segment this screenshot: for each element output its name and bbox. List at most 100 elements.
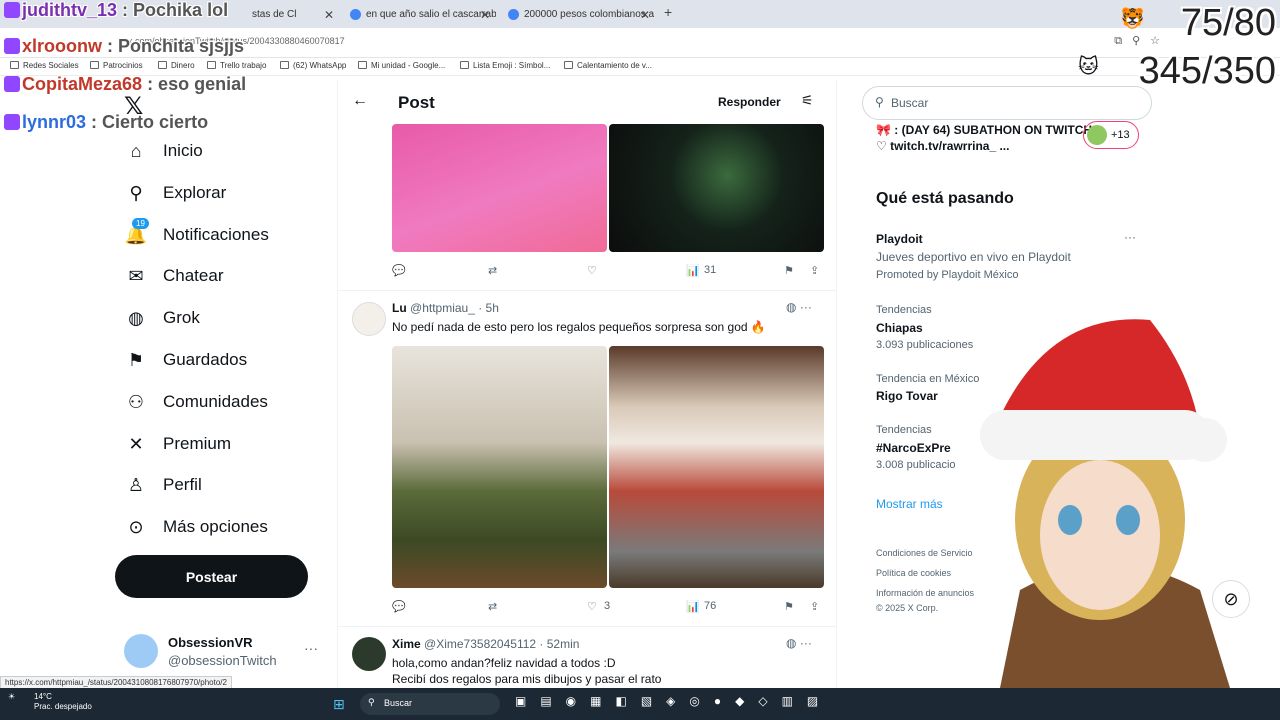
sliders-icon[interactable]: ⚟	[801, 92, 814, 109]
close-tab-icon[interactable]: ✕	[324, 4, 334, 26]
tweet-image[interactable]	[609, 346, 824, 588]
search-placeholder: Buscar	[891, 96, 929, 110]
repost-icon[interactable]: ⇄	[488, 600, 497, 613]
nav-item-premium[interactable]: ✕ Premium	[124, 429, 231, 459]
tweet-author[interactable]: Lu @httpmiau_ · 5h	[392, 301, 499, 315]
bookmark-icon[interactable]: ⚑	[784, 600, 794, 613]
post-button[interactable]: Postear	[115, 555, 308, 598]
tweet-image[interactable]	[609, 124, 824, 252]
chat-username: CopitaMeza68	[22, 74, 143, 94]
tweet-menu[interactable]: ◍ ···	[786, 636, 812, 650]
browser-tab[interactable]: 200000 pesos colombianos a p ✕	[502, 4, 656, 26]
views-icon[interactable]: 📊	[686, 264, 700, 277]
trend-name[interactable]: Playdoit	[876, 232, 923, 246]
nav-label: Explorar	[163, 183, 227, 202]
nav-item-guardados[interactable]: ⚑ Guardados	[124, 345, 247, 375]
nav-label: Perfil	[163, 475, 202, 494]
nav-item-comunidades[interactable]: ⚇ Comunidades	[124, 387, 268, 417]
tweet-menu[interactable]: ◍ ···	[786, 300, 812, 314]
trend-name[interactable]: Rigo Tovar	[876, 389, 938, 403]
taskbar-search[interactable]: ⚲ Buscar	[360, 693, 500, 715]
like-icon[interactable]: ♡	[587, 264, 597, 277]
vtuber-avatar-graphic	[980, 319, 1230, 688]
nav-item-perfil[interactable]: ♙ Perfil	[124, 470, 202, 500]
subgoal-counter: 345/350	[1138, 50, 1276, 92]
taskbar: ☀ 14°C Prac. despejado ⊞ ⚲ Buscar ▣▤◉▦◧▧…	[0, 688, 1280, 720]
weather-desc: Prac. despejado	[34, 702, 92, 711]
tweet-actions: 💬 ⇄ ♡ 3 📊 76 ⚑ ⇪	[392, 600, 824, 618]
reply-icon[interactable]: 💬	[392, 264, 406, 277]
bookmark-item[interactable]: Mi unidad - Google...	[358, 61, 445, 70]
account-switcher[interactable]: ObsessionVR @obsessionTwitch ···	[124, 632, 324, 672]
nav-item-notificaciones[interactable]: 🔔 19 Notificaciones	[124, 218, 269, 250]
more-icon[interactable]: ···	[800, 636, 812, 650]
nav-label: Inicio	[163, 141, 203, 160]
reply-filter-button[interactable]: Responder	[718, 95, 781, 109]
weather-widget[interactable]: ☀ 14°C Prac. despejado	[8, 692, 92, 711]
share-icon[interactable]: ⇪	[810, 264, 819, 277]
page-title: Post	[398, 93, 435, 112]
grok-icon[interactable]: ◍	[786, 300, 796, 314]
bookmark-item[interactable]: Trello trabajo	[207, 61, 266, 70]
browser-tab[interactable]: stas de Cl ✕	[230, 4, 340, 26]
grok-float-icon[interactable]: ⊘	[1212, 580, 1250, 618]
tweet-image[interactable]	[392, 124, 607, 252]
bookmark-item[interactable]: Patrocinios	[90, 61, 143, 70]
search-icon: ⚲	[875, 95, 884, 109]
divider	[338, 626, 836, 627]
more-icon[interactable]: ···	[800, 300, 812, 314]
bookmark-item[interactable]: Calentamiento de v...	[564, 61, 652, 70]
promoted-label: Promoted by Playdoit México	[876, 269, 1019, 281]
more-icon[interactable]: ···	[1124, 230, 1136, 244]
subgoal-counter: 75/80	[1180, 2, 1276, 44]
nav-label: Guardados	[163, 350, 248, 369]
bookmark-page-icon	[460, 61, 469, 69]
folder-icon	[10, 61, 19, 69]
nav-item-explorar[interactable]: ⚲ Explorar	[124, 178, 226, 208]
bookmark-item[interactable]: (62) WhatsApp	[280, 61, 346, 70]
nav-item-chatear[interactable]: ✉ Chatear	[124, 261, 223, 291]
avatar	[1087, 125, 1107, 145]
like-icon[interactable]: ♡	[587, 600, 597, 613]
browser-tab[interactable]: en que año salio el cascarrabias ✕	[344, 4, 496, 26]
grok-icon[interactable]: ◍	[786, 636, 796, 650]
bookmark-item[interactable]: Lista Emoji : Símbol...	[460, 61, 550, 70]
share-icon[interactable]: ⇪	[810, 600, 819, 613]
view-count: 31	[704, 264, 717, 276]
trello-icon	[207, 61, 216, 69]
start-icon[interactable]: ⊞	[333, 696, 345, 713]
whatsapp-icon	[280, 61, 289, 69]
nav-item-inicio[interactable]: ⌂ Inicio	[124, 136, 203, 166]
trend-name[interactable]: #NarcoExPre	[876, 441, 951, 455]
back-arrow-icon[interactable]: ←	[352, 92, 368, 110]
more-icon[interactable]: ···	[304, 640, 318, 656]
twitch-badge-icon	[4, 2, 20, 18]
bookmark-item[interactable]: Redes Sociales	[10, 61, 79, 70]
trend-name[interactable]: Chiapas	[876, 321, 923, 335]
nav-item-más-opciones[interactable]: ⊙ Más opciones	[124, 512, 267, 542]
live-space-card[interactable]: 🎀 : (DAY 64) SUBATHON ON TWITCH ♡ twitch…	[876, 122, 1096, 154]
nav-item-grok[interactable]: ◍ Grok	[124, 303, 200, 333]
views-icon[interactable]: 📊	[686, 600, 700, 613]
folder-icon	[90, 61, 99, 69]
tweet-image[interactable]	[392, 346, 607, 588]
avatar[interactable]	[352, 302, 386, 336]
repost-icon[interactable]: ⇄	[488, 264, 497, 277]
tweet-text: No pedí nada de esto pero los regalos pe…	[392, 320, 766, 334]
new-tab-icon[interactable]: +	[664, 4, 672, 20]
close-tab-icon[interactable]: ✕	[480, 4, 490, 26]
bookmark-item[interactable]: Dinero	[158, 61, 195, 70]
avatar	[124, 634, 158, 668]
reply-icon[interactable]: 💬	[392, 600, 406, 613]
taskbar-apps[interactable]: ▣▤◉▦◧▧◈◎●◆◇▥▨	[515, 694, 832, 708]
avatar[interactable]	[352, 637, 386, 671]
search-input[interactable]: ⚲ Buscar	[862, 86, 1152, 120]
show-more-link[interactable]: Mostrar más	[876, 497, 943, 511]
close-tab-icon[interactable]: ✕	[640, 4, 650, 26]
trend-count: 3.093 publicaciones	[876, 339, 974, 351]
chat-message: lynnr03 : Cierto cierto	[4, 112, 208, 133]
tweet-author[interactable]: Xime @Xime73582045112 · 52min	[392, 637, 579, 651]
bookmark-icon[interactable]: ⚑	[784, 264, 794, 277]
address-bar-icons[interactable]: ⧉⚲☆	[1114, 34, 1170, 48]
live-badge[interactable]: +13	[1083, 121, 1139, 149]
